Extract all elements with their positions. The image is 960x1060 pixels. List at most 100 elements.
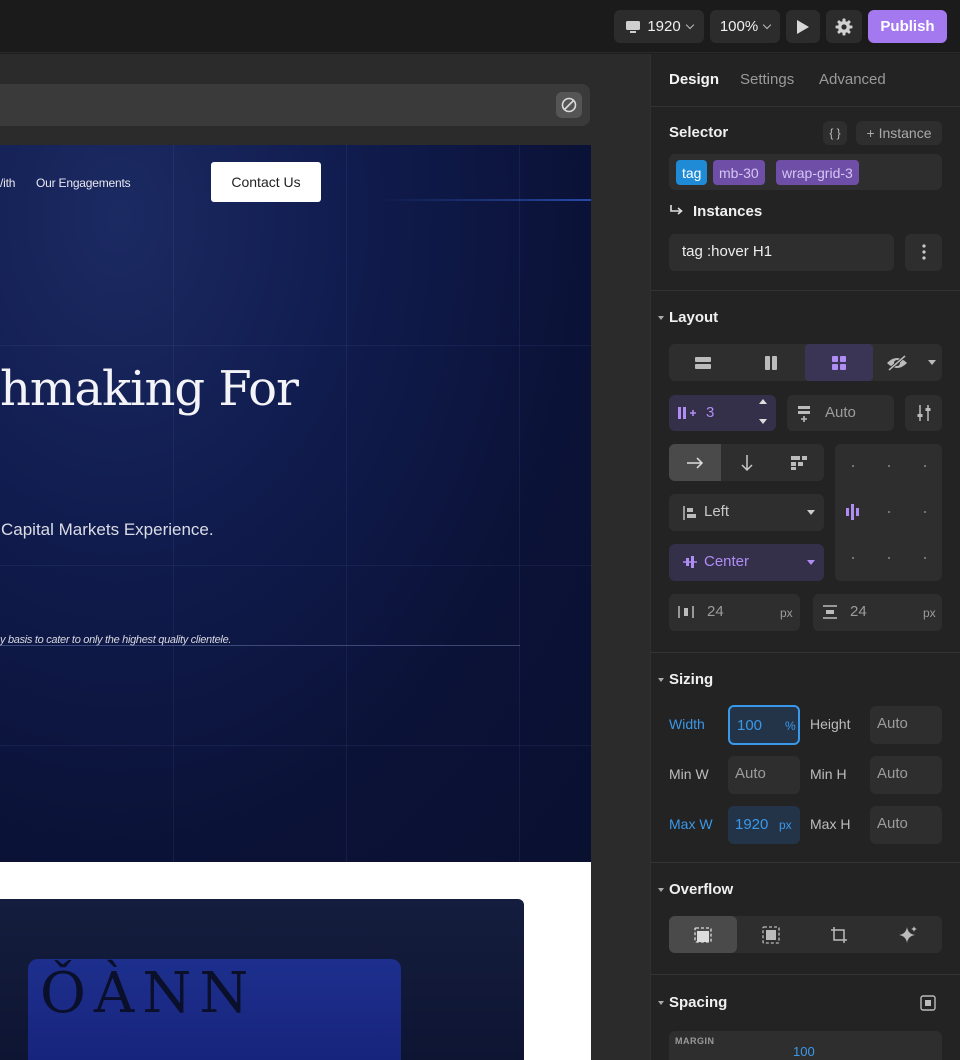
settings-button[interactable] bbox=[826, 10, 862, 43]
hero-subtitle: Capital Markets Experience. bbox=[1, 520, 214, 539]
alignment-dot[interactable] bbox=[888, 465, 890, 467]
tab-advanced[interactable]: Advanced bbox=[819, 71, 886, 88]
collapse-caret-icon[interactable] bbox=[658, 1001, 664, 1005]
row-gap-value: 24 bbox=[850, 603, 867, 620]
alignment-dot[interactable] bbox=[924, 465, 926, 467]
gear-icon bbox=[835, 18, 853, 36]
tab-settings[interactable]: Settings bbox=[740, 71, 794, 88]
collapse-caret-icon[interactable] bbox=[658, 316, 664, 320]
decrement-icon[interactable] bbox=[759, 419, 767, 424]
grid-line bbox=[519, 145, 520, 862]
display-none-button[interactable] bbox=[873, 344, 921, 381]
alignment-dot[interactable] bbox=[852, 465, 854, 467]
preview-play-button[interactable] bbox=[786, 10, 820, 43]
grid-columns-stepper[interactable]: 3 bbox=[669, 395, 776, 431]
display-flex-button[interactable] bbox=[737, 344, 805, 381]
display-more-dropdown[interactable] bbox=[921, 344, 942, 381]
device-width-value: 1920 bbox=[647, 18, 681, 35]
instance-selector-field[interactable]: tag :hover H1 bbox=[669, 234, 894, 271]
max-height-field[interactable]: Auto bbox=[870, 806, 942, 844]
height-field[interactable]: Auto bbox=[870, 706, 942, 744]
alignment-dot[interactable] bbox=[852, 557, 854, 559]
alignment-selected-icon[interactable] bbox=[845, 503, 861, 521]
overflow-visible-button[interactable] bbox=[669, 916, 737, 953]
display-grid-button[interactable] bbox=[805, 344, 873, 381]
justify-items-dropdown[interactable]: Left bbox=[669, 494, 824, 531]
instances-arrow-icon bbox=[669, 204, 685, 218]
overflow-visible-icon bbox=[693, 926, 713, 944]
alignment-dot[interactable] bbox=[924, 557, 926, 559]
instances-title: Instances bbox=[693, 203, 763, 220]
max-height-label: Max H bbox=[810, 816, 851, 832]
overflow-clip-button[interactable] bbox=[805, 916, 873, 953]
design-canvas[interactable]: /ith Our Engagements Contact Us hmaking … bbox=[0, 54, 650, 1060]
max-width-value: 1920 bbox=[735, 816, 769, 833]
row-gap-field[interactable]: 24 px bbox=[813, 594, 942, 631]
align-items-value: Center bbox=[704, 553, 750, 570]
feature-card[interactable]: ǑÀNN bbox=[0, 899, 524, 1060]
sparkle-icon bbox=[898, 925, 918, 945]
width-field[interactable]: 100 % bbox=[728, 705, 800, 745]
overflow-hidden-button[interactable] bbox=[737, 916, 805, 953]
grid-line bbox=[346, 145, 347, 862]
add-instance-button[interactable]: + Instance bbox=[856, 121, 942, 145]
direction-dense-button[interactable] bbox=[773, 444, 824, 481]
device-width-dropdown[interactable]: 1920 bbox=[614, 10, 704, 43]
grid-columns-value: 3 bbox=[706, 404, 715, 421]
direction-row-button[interactable] bbox=[669, 444, 721, 481]
row-gap-icon bbox=[822, 605, 838, 619]
min-height-label: Min H bbox=[810, 766, 847, 782]
width-label: Width bbox=[669, 716, 705, 732]
alignment-dot[interactable] bbox=[924, 511, 926, 513]
alignment-dot[interactable] bbox=[888, 511, 890, 513]
hero-divider bbox=[0, 645, 520, 646]
hero-section[interactable]: /ith Our Engagements Contact Us hmaking … bbox=[0, 145, 591, 862]
chevron-down-icon bbox=[807, 560, 815, 565]
display-block-button[interactable] bbox=[669, 344, 737, 381]
panel-tabs: Design Settings Advanced bbox=[651, 54, 960, 107]
nav-link-fragment[interactable]: /ith bbox=[0, 176, 15, 190]
dense-grid-icon bbox=[790, 455, 808, 471]
max-width-field[interactable]: 1920 px bbox=[728, 806, 800, 844]
grid-rows-field[interactable]: Auto bbox=[787, 395, 894, 431]
collapse-caret-icon[interactable] bbox=[658, 678, 664, 682]
width-unit: % bbox=[785, 719, 796, 733]
max-width-label: Max W bbox=[669, 816, 713, 832]
nav-link-engagements[interactable]: Our Engagements bbox=[36, 176, 131, 190]
min-width-value: Auto bbox=[735, 765, 766, 782]
publish-button[interactable]: Publish bbox=[868, 10, 947, 43]
grid-settings-button[interactable] bbox=[905, 395, 942, 431]
contact-us-button[interactable]: Contact Us bbox=[211, 162, 321, 202]
chevron-down-icon bbox=[807, 510, 815, 515]
section-divider bbox=[651, 290, 960, 291]
tab-design[interactable]: Design bbox=[669, 71, 719, 88]
crop-icon bbox=[830, 926, 848, 944]
selector-chip-wrap-grid-3[interactable]: wrap-grid-3 bbox=[776, 160, 859, 185]
disabled-circle-icon[interactable] bbox=[556, 92, 582, 118]
grid-rows-value: Auto bbox=[825, 404, 856, 421]
increment-icon[interactable] bbox=[759, 399, 767, 404]
instance-more-button[interactable] bbox=[905, 234, 942, 271]
collapse-caret-icon[interactable] bbox=[658, 888, 664, 892]
spacing-mode-icon[interactable] bbox=[920, 995, 936, 1011]
overflow-auto-button[interactable] bbox=[873, 916, 942, 953]
grid-line bbox=[173, 145, 174, 862]
zoom-dropdown[interactable]: 100% bbox=[710, 10, 780, 43]
min-width-field[interactable]: Auto bbox=[728, 756, 800, 794]
selector-chip-tag[interactable]: tag bbox=[676, 160, 708, 185]
alignment-dot[interactable] bbox=[888, 557, 890, 559]
min-height-field[interactable]: Auto bbox=[870, 756, 942, 794]
align-items-dropdown[interactable]: Center bbox=[669, 544, 824, 581]
decorative-logo-art: ǑÀNN bbox=[40, 961, 257, 1026]
braces-button[interactable]: { } bbox=[823, 121, 847, 145]
sliders-icon bbox=[916, 404, 932, 422]
layout-title: Layout bbox=[669, 309, 719, 326]
margin-box[interactable]: MARGIN 100 bbox=[669, 1031, 942, 1060]
selector-chip-mb-30[interactable]: mb-30 bbox=[713, 160, 765, 185]
column-gap-field[interactable]: 24 px bbox=[669, 594, 800, 631]
align-left-icon bbox=[683, 505, 697, 521]
margin-top-value[interactable]: 100 bbox=[793, 1044, 815, 1059]
more-vertical-icon bbox=[922, 244, 926, 260]
direction-column-button[interactable] bbox=[721, 444, 773, 481]
alignment-grid-picker[interactable] bbox=[835, 444, 942, 581]
